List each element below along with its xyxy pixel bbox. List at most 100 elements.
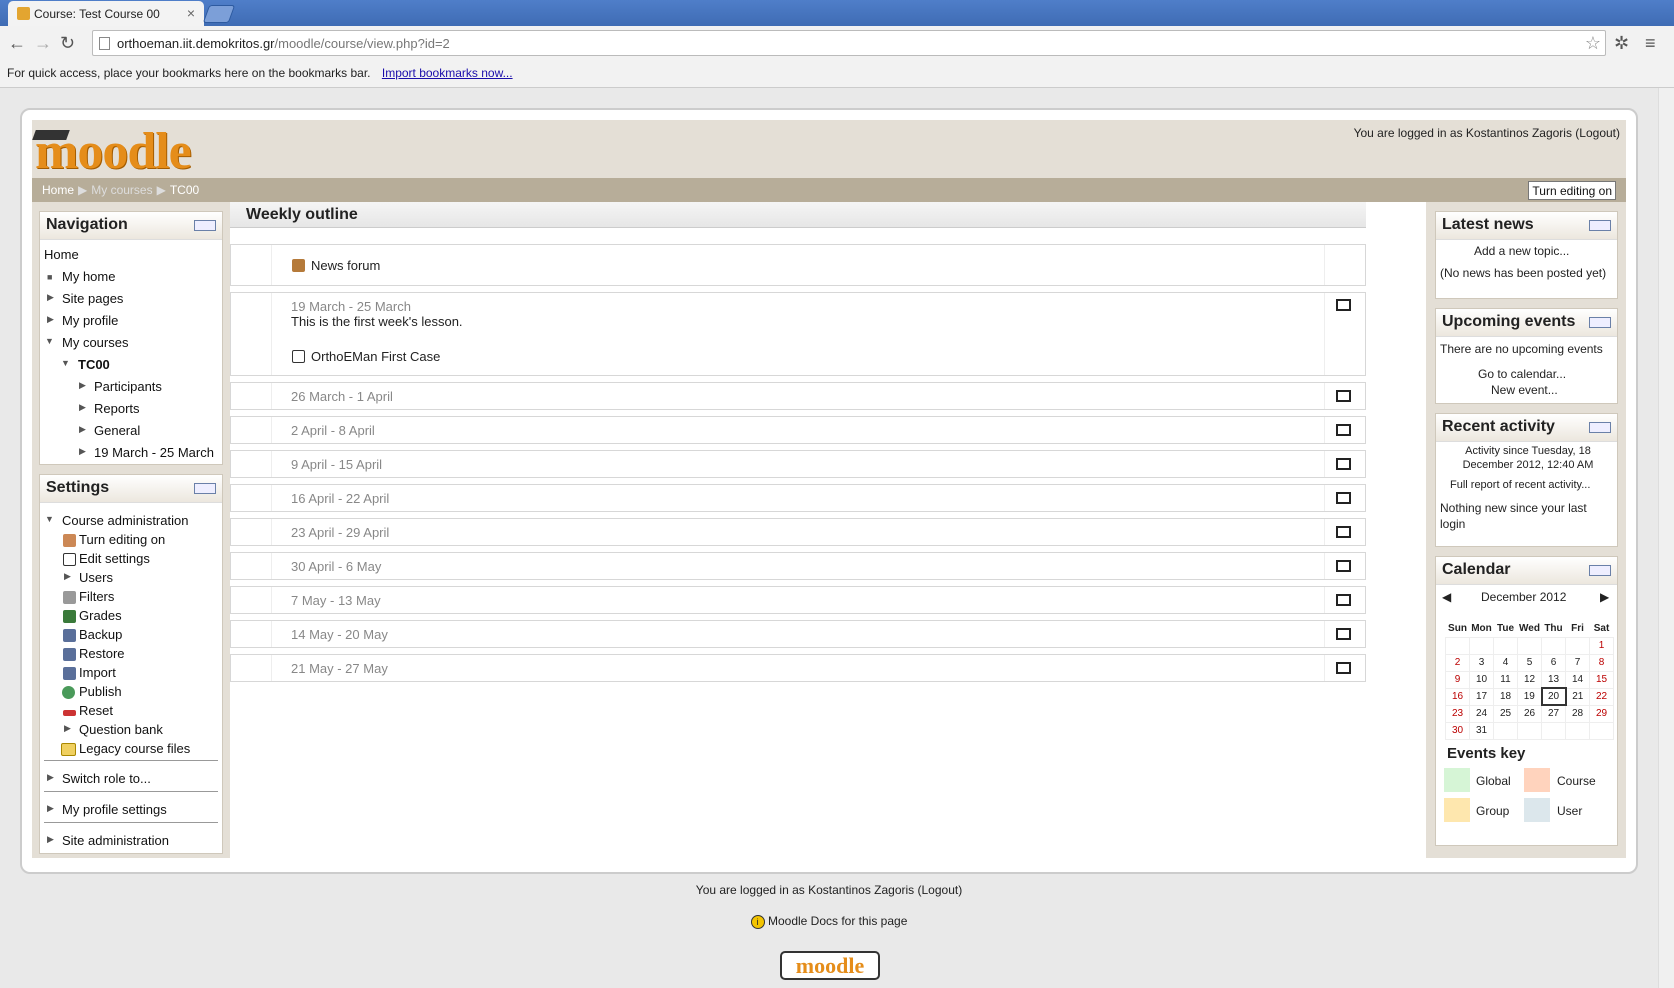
full-report-link[interactable]: Full report of recent activity... [1450,479,1590,491]
show-only-week-icon[interactable] [1336,594,1351,606]
footer-login-info[interactable]: You are logged in as Kostantinos Zagoris… [0,883,1658,897]
nav-week-1[interactable]: 19 March - 25 March [94,445,214,460]
calendar-day[interactable]: 6 [1541,653,1566,672]
new-tab-button[interactable] [202,5,236,23]
calendar-day[interactable]: 24 [1469,704,1494,723]
moodle-logo[interactable]: moodle [35,122,192,181]
nav-site-pages[interactable]: Site pages [62,291,123,306]
calendar-day[interactable]: 8 [1589,653,1614,672]
settings-reset[interactable]: Reset [79,703,113,718]
forward-icon[interactable]: → [34,33,52,54]
calendar-day[interactable]: 12 [1517,670,1542,689]
news-forum-link[interactable]: News forum [311,258,380,273]
calendar-day[interactable]: 21 [1565,687,1590,706]
settings-edit-settings[interactable]: Edit settings [79,551,150,566]
nav-general[interactable]: General [94,423,140,438]
calendar-day[interactable]: 28 [1565,704,1590,723]
browser-tab[interactable]: Course: Test Course 00 × [8,1,204,26]
calendar-day[interactable]: 29 [1589,704,1614,723]
previous-month-icon[interactable]: ◀ [1442,590,1451,604]
calendar-day[interactable]: 19 [1517,687,1542,706]
breadcrumb-home[interactable]: Home [42,183,74,197]
calendar-day[interactable]: 22 [1589,687,1614,706]
extension-icon[interactable]: ✲ [1614,33,1629,54]
moodle-docs-link[interactable]: Moodle Docs for this page [768,914,907,928]
settings-restore[interactable]: Restore [79,646,125,661]
turn-editing-on-button[interactable]: Turn editing on [1528,181,1616,200]
settings-switch-role[interactable]: Switch role to... [62,771,151,786]
add-news-topic-link[interactable]: Add a new topic... [1474,244,1569,258]
calendar-day[interactable]: 10 [1469,670,1494,689]
settings-turn-editing-on[interactable]: Turn editing on [79,532,165,547]
events-key-global[interactable]: Global [1476,774,1511,788]
calendar-day[interactable]: 25 [1493,704,1518,723]
show-only-week-icon[interactable] [1336,458,1351,470]
calendar-day[interactable]: 31 [1469,721,1494,740]
go-to-calendar-link[interactable]: Go to calendar... [1478,367,1566,381]
breadcrumb-my-courses[interactable]: My courses [91,183,152,197]
calendar-day[interactable]: 16 [1445,687,1470,706]
block-controls-icon[interactable] [1589,565,1611,576]
settings-question-bank[interactable]: Question bank [79,722,163,737]
login-info[interactable]: You are logged in as Kostantinos Zagoris… [1354,126,1620,140]
close-icon[interactable]: × [187,5,195,21]
calendar-day[interactable]: 14 [1565,670,1590,689]
show-only-week-icon[interactable] [1336,492,1351,504]
settings-grades[interactable]: Grades [79,608,122,623]
nav-my-home[interactable]: My home [62,269,115,284]
footer-moodle-logo[interactable]: moodle [780,951,880,980]
block-controls-icon[interactable] [1589,422,1611,433]
calendar-day[interactable]: 9 [1445,670,1470,689]
calendar-day[interactable]: 3 [1469,653,1494,672]
calendar-day[interactable]: 20 [1540,687,1567,706]
events-key-group[interactable]: Group [1476,804,1509,818]
calendar-day[interactable]: 7 [1565,653,1590,672]
calendar-day[interactable]: 30 [1445,721,1470,740]
settings-import[interactable]: Import [79,665,116,680]
nav-my-profile[interactable]: My profile [62,313,118,328]
calendar-day[interactable]: 26 [1517,704,1542,723]
calendar-day[interactable]: 23 [1445,704,1470,723]
settings-course-administration[interactable]: Course administration [62,513,188,528]
show-only-week-icon[interactable] [1336,299,1351,311]
scrollbar[interactable] [1658,88,1674,988]
address-bar[interactable]: orthoeman.iit.demokritos.gr/moodle/cours… [92,30,1606,56]
calendar-day[interactable]: 11 [1493,670,1518,689]
block-controls-icon[interactable] [1589,220,1611,231]
calendar-day[interactable]: 5 [1517,653,1542,672]
settings-backup[interactable]: Backup [79,627,122,642]
block-controls-icon[interactable] [194,483,216,494]
show-only-week-icon[interactable] [1336,390,1351,402]
block-controls-icon[interactable] [194,220,216,231]
import-bookmarks-link[interactable]: Import bookmarks now... [382,66,513,80]
block-controls-icon[interactable] [1589,317,1611,328]
show-only-week-icon[interactable] [1336,560,1351,572]
calendar-day[interactable]: 4 [1493,653,1518,672]
show-only-week-icon[interactable] [1336,424,1351,436]
nav-my-courses[interactable]: My courses [62,335,128,350]
menu-icon[interactable]: ≡ [1645,33,1656,54]
settings-legacy-course-files[interactable]: Legacy course files [79,741,190,756]
nav-reports[interactable]: Reports [94,401,140,416]
calendar-day[interactable]: 13 [1541,670,1566,689]
settings-filters[interactable]: Filters [79,589,114,604]
calendar-day[interactable]: 17 [1469,687,1494,706]
activity-link[interactable]: OrthoEMan First Case [311,349,440,364]
reload-icon[interactable]: ↻ [60,33,75,54]
events-key-course[interactable]: Course [1557,774,1596,788]
calendar-day[interactable]: 15 [1589,670,1614,689]
next-month-icon[interactable]: ▶ [1600,590,1609,604]
show-only-week-icon[interactable] [1336,662,1351,674]
settings-users[interactable]: Users [79,570,113,585]
settings-site-administration[interactable]: Site administration [62,833,169,848]
nav-course-tc00[interactable]: TC00 [78,357,110,372]
show-only-week-icon[interactable] [1336,628,1351,640]
back-icon[interactable]: ← [8,33,26,54]
bookmark-star-icon[interactable]: ☆ [1585,33,1601,54]
events-key-user[interactable]: User [1557,804,1582,818]
breadcrumb-course[interactable]: TC00 [170,183,199,197]
nav-home[interactable]: Home [44,247,79,262]
settings-publish[interactable]: Publish [79,684,122,699]
show-only-week-icon[interactable] [1336,526,1351,538]
calendar-day[interactable]: 2 [1445,653,1470,672]
